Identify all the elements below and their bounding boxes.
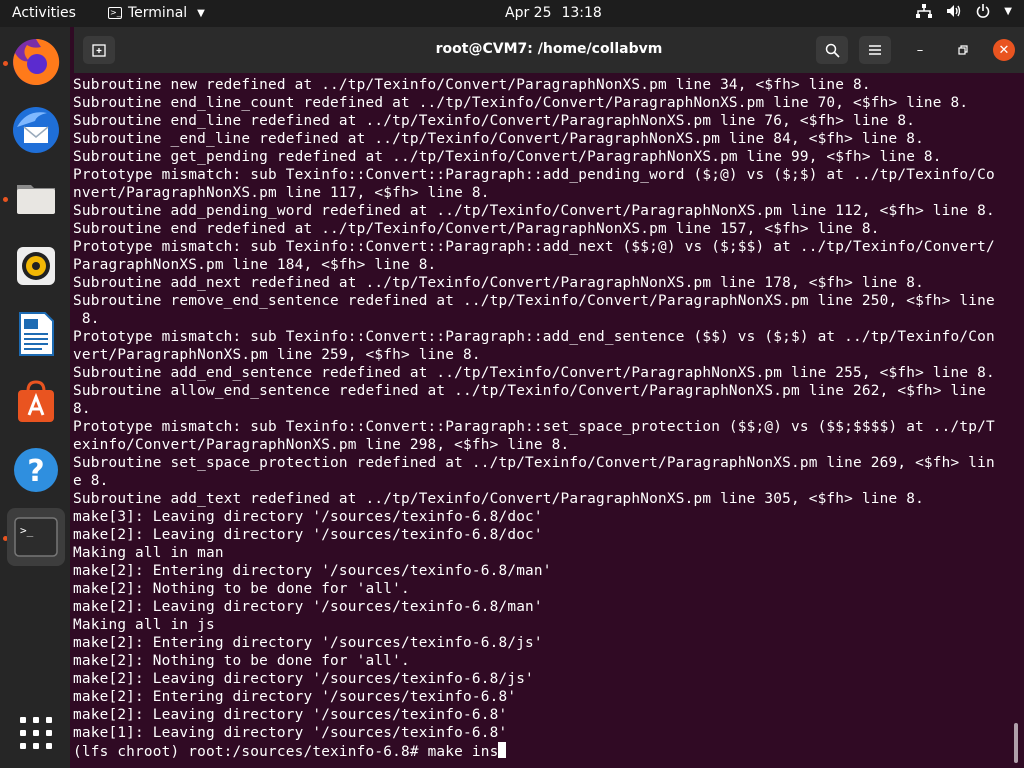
writer-document-icon	[19, 312, 54, 356]
title-bar[interactable]: root@CVM7: /home/collabvm – ✕	[74, 27, 1024, 73]
terminal-line: make[2]: Entering directory '/sources/te…	[73, 689, 517, 705]
terminal-line: make[2]: Entering directory '/sources/te…	[73, 635, 543, 651]
restore-icon	[958, 45, 968, 55]
terminal-line: Subroutine _end_line redefined at ../tp/…	[73, 131, 924, 147]
chevron-down-icon: ▼	[197, 7, 205, 19]
dock-rhythmbox[interactable]	[7, 237, 65, 295]
dock-thunderbird[interactable]	[7, 101, 65, 159]
dock-ubuntu-software[interactable]	[7, 373, 65, 431]
minimize-icon: –	[916, 42, 924, 58]
close-icon: ✕	[998, 42, 1010, 58]
terminal-line: Subroutine new redefined at ../tp/Texinf…	[73, 77, 871, 93]
terminal-line: make[2]: Nothing to be done for 'all'.	[73, 581, 410, 597]
clock[interactable]: Apr 25 13:18	[505, 5, 602, 21]
terminal-line: Subroutine get_pending redefined at ../t…	[73, 149, 942, 165]
menu-button[interactable]	[859, 36, 891, 64]
app-menu-label: Terminal	[128, 5, 188, 21]
app-menu[interactable]: >_ Terminal ▼	[108, 5, 205, 21]
volume-icon	[947, 5, 961, 17]
power-icon	[977, 4, 990, 18]
text-cursor	[498, 742, 507, 758]
top-bar: Activities >_ Terminal ▼ Apr 25 13:18 ▼	[0, 0, 1024, 27]
terminal-line: 8.	[73, 401, 91, 417]
terminal-line: make[2]: Leaving directory '/sources/tex…	[73, 599, 543, 615]
terminal-line: e 8.	[73, 473, 109, 489]
shopping-bag-icon	[18, 380, 54, 422]
terminal-line: Prototype mismatch: sub Texinfo::Convert…	[73, 167, 995, 183]
dock-firefox[interactable]	[7, 33, 65, 91]
dock: ? >_	[0, 27, 70, 768]
firefox-icon	[13, 38, 60, 85]
terminal-lines: Subroutine new redefined at ../tp/Texinf…	[73, 76, 1018, 742]
terminal-line: make[2]: Nothing to be done for 'all'.	[73, 653, 410, 669]
dock-files[interactable]	[7, 169, 65, 227]
terminal-line: make[3]: Leaving directory '/sources/tex…	[73, 509, 543, 525]
thunderbird-icon	[13, 107, 59, 153]
svg-text:>_: >_	[20, 524, 34, 537]
scrollbar[interactable]	[1014, 723, 1018, 763]
activities-button[interactable]: Activities	[12, 5, 76, 21]
terminal-line: make[1]: Leaving directory '/sources/tex…	[73, 725, 508, 741]
prompt-line[interactable]: (lfs chroot) root:/sources/texinfo-6.8# …	[73, 742, 1018, 760]
help-icon: ?	[14, 448, 58, 492]
grid-icon	[20, 717, 52, 749]
terminal-line: Prototype mismatch: sub Texinfo::Convert…	[73, 329, 995, 345]
shell-prompt: (lfs chroot) root:/sources/texinfo-6.8#	[73, 744, 428, 760]
terminal-line: Subroutine end_line redefined at ../tp/T…	[73, 113, 916, 129]
terminal-line: Subroutine remove_end_sentence redefined…	[73, 293, 995, 309]
terminal-line: Making all in js	[73, 617, 215, 633]
chevron-down-icon: ▼	[1004, 5, 1012, 17]
terminal-app-icon: >_	[108, 7, 122, 19]
terminal-line: exinfo/Convert/ParagraphNonXS.pm line 29…	[73, 437, 570, 453]
maximize-button[interactable]	[952, 39, 974, 61]
svg-text:?: ?	[27, 454, 44, 489]
system-status-menu[interactable]: ▼	[916, 4, 1012, 18]
terminal-output[interactable]: Subroutine new redefined at ../tp/Texinf…	[73, 76, 1018, 766]
show-applications-button[interactable]	[7, 704, 65, 762]
terminal-icon: >_	[14, 517, 58, 557]
terminal-line: Subroutine add_pending_word redefined at…	[73, 203, 995, 219]
dock-help[interactable]: ?	[7, 441, 65, 499]
terminal-line: make[2]: Leaving directory '/sources/tex…	[73, 707, 508, 723]
terminal-line: Making all in man	[73, 545, 224, 561]
dock-terminal[interactable]: >_	[7, 508, 65, 566]
terminal-line: Prototype mismatch: sub Texinfo::Convert…	[73, 419, 995, 435]
terminal-line: Subroutine add_next redefined at ../tp/T…	[73, 275, 924, 291]
terminal-line: make[2]: Leaving directory '/sources/tex…	[73, 527, 543, 543]
terminal-line: Subroutine add_text redefined at ../tp/T…	[73, 491, 924, 507]
terminal-line: Prototype mismatch: sub Texinfo::Convert…	[73, 239, 995, 255]
dock-libreoffice-writer[interactable]	[7, 305, 65, 363]
close-button[interactable]: ✕	[993, 39, 1015, 61]
terminal-line: Subroutine set_space_protection redefine…	[73, 455, 995, 471]
hamburger-menu-icon	[869, 45, 881, 55]
network-icon	[916, 4, 933, 18]
terminal-line: Subroutine allow_end_sentence redefined …	[73, 383, 986, 399]
terminal-line: make[2]: Entering directory '/sources/te…	[73, 563, 552, 579]
minimize-button[interactable]: –	[909, 39, 931, 61]
clock-time: 13:18	[561, 5, 602, 21]
clock-date: Apr 25	[505, 5, 552, 21]
terminal-line: ParagraphNonXS.pm line 184, <$fh> line 8…	[73, 257, 437, 273]
speaker-icon	[17, 247, 55, 285]
terminal-line: nvert/ParagraphNonXS.pm line 117, <$fh> …	[73, 185, 490, 201]
terminal-line: Subroutine end redefined at ../tp/Texinf…	[73, 221, 880, 237]
terminal-line: 8.	[73, 311, 100, 327]
terminal-line: make[2]: Leaving directory '/sources/tex…	[73, 671, 534, 687]
search-icon	[825, 43, 840, 58]
terminal-line: vert/ParagraphNonXS.pm line 259, <$fh> l…	[73, 347, 481, 363]
terminal-line: Subroutine add_end_sentence redefined at…	[73, 365, 995, 381]
command-input[interactable]: make ins	[428, 744, 499, 760]
folder-icon	[17, 185, 55, 214]
terminal-line: Subroutine end_line_count redefined at .…	[73, 95, 969, 111]
search-button[interactable]	[816, 36, 848, 64]
